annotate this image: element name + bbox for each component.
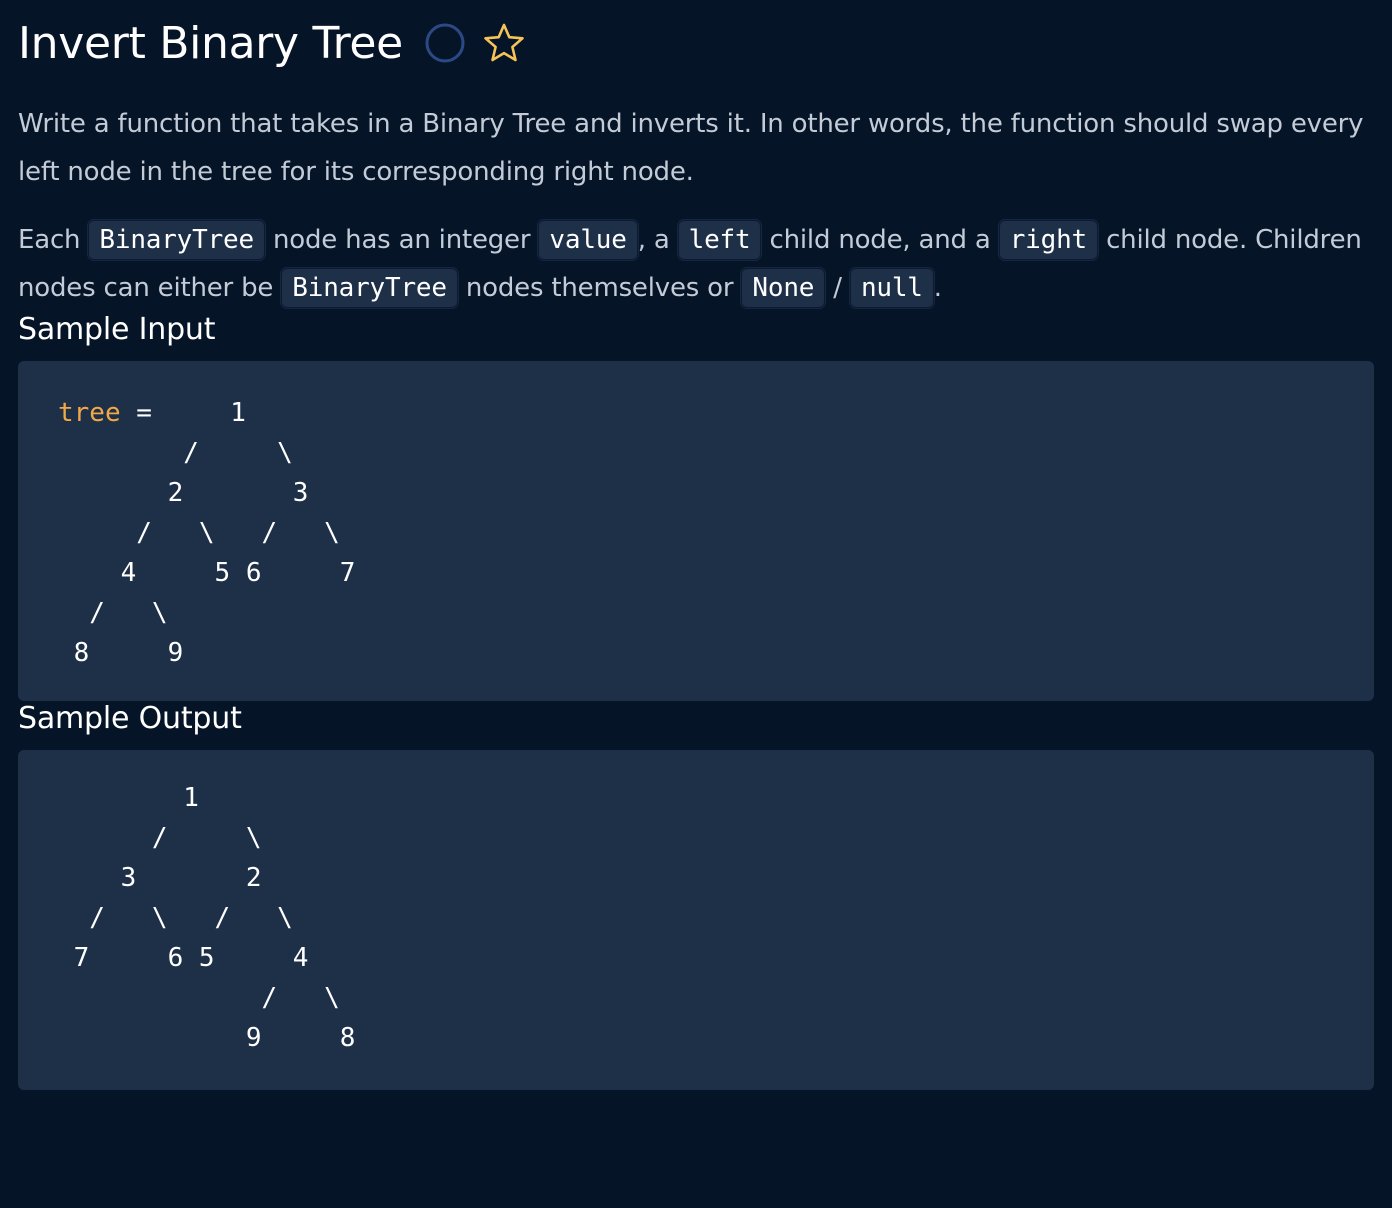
code-left: left [677,220,762,260]
code-binarytree: BinaryTree [88,220,265,260]
code-none: None [741,268,826,308]
problem-statement: Invert Binary Tree Write a function that… [18,0,1374,1090]
page-title: Invert Binary Tree [18,17,403,69]
sample-input-heading: Sample Input [18,312,216,347]
text: / [825,273,850,303]
sample-input-code: tree = 1 / \ 2 3 / \ / \ 4 5 6 7 / \ 8 9 [18,361,1374,705]
text: nodes themselves or [457,273,742,303]
code-null: null [849,268,934,308]
text: . [933,273,942,303]
tree-diagram: = 1 / \ 2 3 / \ / \ 4 5 6 7 / \ 8 9 [73,398,356,668]
text: Each [18,225,89,255]
node-structure-paragraph: Each BinaryTree node has an integer valu… [18,216,1374,312]
code-binarytree: BinaryTree [281,268,458,308]
sample-output-code-block[interactable]: 1 / \ 3 2 / \ / \ 7 6 5 4 / \ 9 8 [18,750,1374,1090]
text: , a [637,225,678,255]
circle-outline-icon[interactable] [425,23,465,63]
code-right: right [998,220,1098,260]
title-row: Invert Binary Tree [18,0,1374,86]
text: child node, and a [761,225,999,255]
sample-output-heading: Sample Output [18,701,242,736]
sample-input-code-block[interactable]: tree = 1 / \ 2 3 / \ / \ 4 5 6 7 / \ 8 9 [18,361,1374,701]
text: node has an integer [264,225,539,255]
star-outline-icon[interactable] [483,22,525,64]
sample-output-code: 1 / \ 3 2 / \ / \ 7 6 5 4 / \ 9 8 [73,783,356,1053]
description-paragraph: Write a function that takes in a Binary … [18,109,1364,187]
code-value: value [538,220,638,260]
variable-name: tree [58,398,121,428]
